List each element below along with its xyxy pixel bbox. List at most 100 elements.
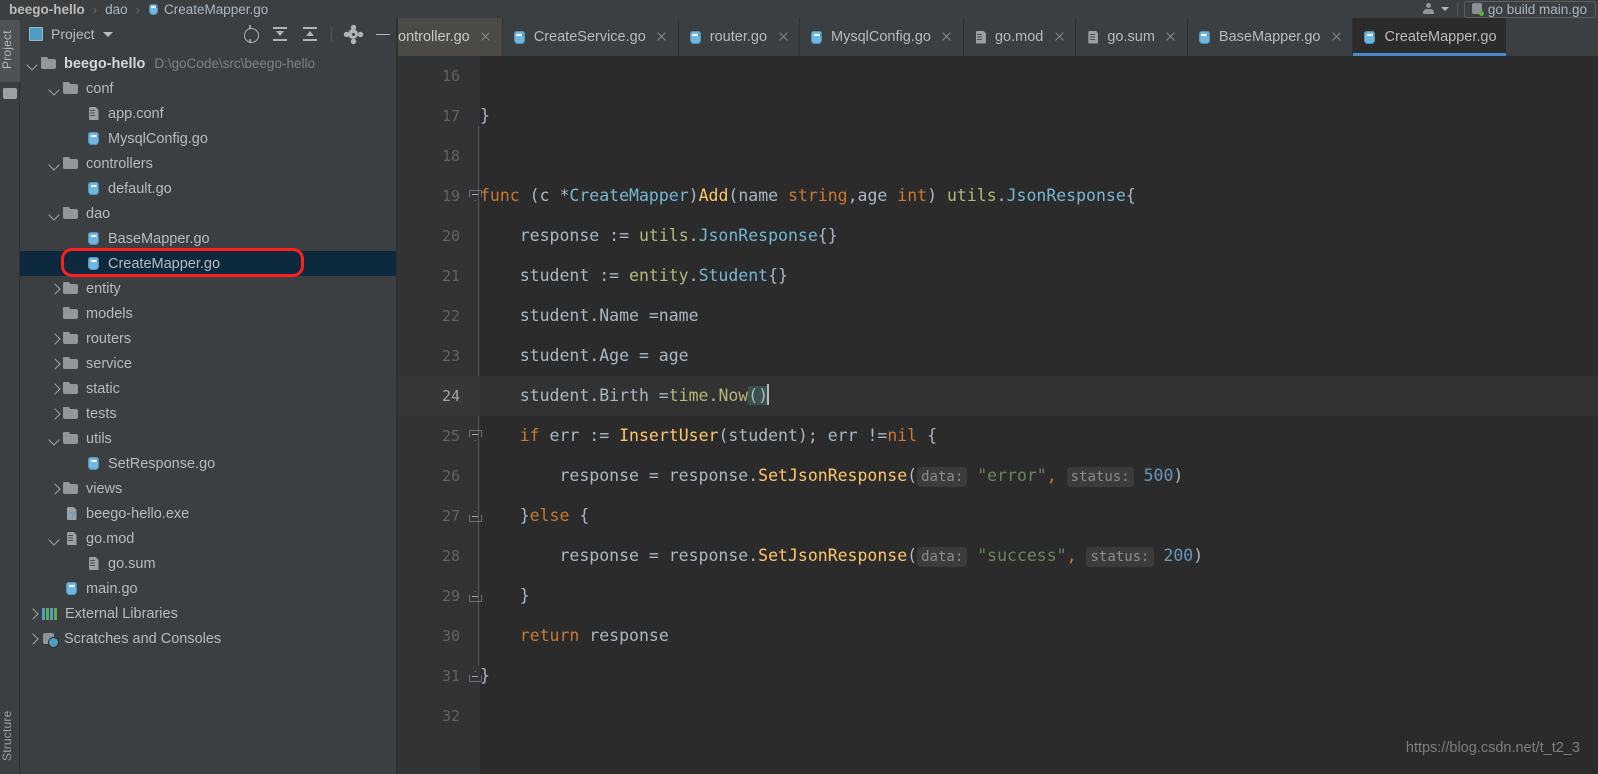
chevron-down-icon[interactable] (26, 57, 39, 70)
code-line[interactable]: } (480, 656, 490, 696)
editor-tab[interactable]: MysqlConfig.go (800, 18, 964, 56)
close-icon[interactable] (1052, 30, 1066, 44)
tool-window-button-structure[interactable]: Structure (0, 698, 20, 774)
tree-node[interactable]: beego-hello D:\goCode\src\beego-hello (20, 51, 397, 76)
tree-node[interactable]: entity (20, 276, 397, 301)
code-line[interactable]: student.Age = age (480, 336, 689, 376)
editor-tab-active[interactable]: CreateMapper.go (1353, 18, 1506, 56)
tree-node[interactable]: views (20, 476, 397, 501)
chevron-right-icon[interactable] (48, 482, 61, 495)
chevron-down-icon[interactable] (48, 432, 61, 445)
tree-node[interactable]: routers (20, 326, 397, 351)
code-line[interactable]: } (480, 96, 490, 136)
tree-node[interactable]: default.go (20, 176, 397, 201)
code-line[interactable]: response = response.SetJsonResponse(data… (480, 536, 1203, 576)
code-line[interactable]: student.Name =name (480, 296, 699, 336)
tree-node[interactable]: service (20, 351, 397, 376)
chevron-down-icon[interactable] (48, 157, 61, 170)
tree-node[interactable]: Scratches and Consoles (20, 626, 397, 651)
code-line[interactable]: response = response.SetJsonResponse(data… (480, 456, 1183, 496)
tree-node[interactable]: tests (20, 401, 397, 426)
gofile-icon (85, 181, 102, 196)
tree-node[interactable]: BaseMapper.go (20, 226, 397, 251)
editor-tab[interactable]: CreateService.go (503, 18, 679, 56)
tree-node[interactable]: MysqlConfig.go (20, 126, 397, 151)
tree-node[interactable]: controllers (20, 151, 397, 176)
breadcrumb-file[interactable]: CreateMapper.go (164, 2, 268, 17)
chevron-right-icon[interactable] (48, 282, 61, 295)
breadcrumb-folder[interactable]: dao (105, 2, 128, 17)
locate-in-tree-icon[interactable] (241, 25, 259, 43)
tree-node[interactable]: go.mod (20, 526, 397, 551)
source-code[interactable]: } func (c *CreateMapper)Add(name string,a… (480, 56, 1598, 774)
chevron-right-icon[interactable] (26, 632, 39, 645)
editor-tab[interactable]: go.sum (1076, 18, 1188, 56)
editor-tab[interactable]: go.mod (964, 18, 1077, 56)
chevron-right-icon[interactable] (26, 607, 39, 620)
close-icon[interactable] (655, 30, 669, 44)
chevron-down-icon[interactable] (1440, 7, 1449, 11)
fold-end-icon[interactable] (469, 670, 480, 681)
breadcrumb-project[interactable]: beego-hello (9, 2, 85, 17)
run-configuration-selector[interactable]: go build main.go (1463, 0, 1596, 18)
tree-node[interactable]: conf (20, 76, 397, 101)
tree-node[interactable]: models (20, 301, 397, 326)
code-line[interactable]: response := utils.JsonResponse{} (480, 216, 838, 256)
chevron-right-icon[interactable] (48, 407, 61, 420)
code-line[interactable]: return response (480, 616, 669, 656)
close-icon[interactable] (1329, 30, 1343, 44)
expand-all-icon[interactable] (271, 25, 289, 43)
hide-panel-icon[interactable] (374, 25, 392, 43)
divider (331, 26, 332, 42)
code-line[interactable]: student := entity.Student{} (480, 256, 788, 296)
close-icon[interactable] (1164, 30, 1178, 44)
editor-tab[interactable]: router.go (679, 18, 801, 56)
tree-node[interactable]: utils (20, 426, 397, 451)
chevron-right-icon[interactable] (48, 357, 61, 370)
close-icon[interactable] (940, 30, 954, 44)
breadcrumb-separator-2: › (135, 1, 140, 17)
tree-node[interactable]: SetResponse.go (20, 451, 397, 476)
tool-window-button-project[interactable]: Project (0, 20, 20, 82)
tree-node[interactable]: go.sum (20, 551, 397, 576)
code-line[interactable]: } (480, 576, 530, 616)
tree-node-label: tests (86, 405, 117, 422)
editor-tab[interactable]: BaseMapper.go (1188, 18, 1354, 56)
editor-tab[interactable]: ontroller.go (398, 18, 503, 56)
fold-end-icon[interactable] (469, 590, 480, 601)
gear-icon[interactable] (344, 25, 362, 43)
code-line[interactable]: func (c *CreateMapper)Add(name string,ag… (480, 176, 1136, 216)
fold-collapse-icon[interactable] (469, 430, 480, 441)
tree-node-selected[interactable]: CreateMapper.go (20, 251, 397, 276)
code-line[interactable]: if err := InsertUser(student); err !=nil… (480, 416, 937, 456)
tree-node[interactable]: dao (20, 201, 397, 226)
code-line[interactable]: }else { (480, 496, 590, 536)
tree-node[interactable]: main.go (20, 576, 397, 601)
chevron-down-icon[interactable] (48, 82, 61, 95)
chevron-down-icon[interactable] (48, 532, 61, 545)
fold-end-icon[interactable] (469, 510, 480, 521)
fold-collapse-icon[interactable] (469, 190, 480, 201)
tree-node[interactable]: External Libraries (20, 601, 397, 626)
tree-node[interactable]: static (20, 376, 397, 401)
close-icon[interactable] (776, 30, 790, 44)
close-icon[interactable] (479, 30, 493, 44)
tree-node[interactable]: beego-hello.exe (20, 501, 397, 526)
folder-icon (63, 81, 80, 96)
code-editor[interactable]: 16 17 18 19 20 21 22 23 24 25 26 27 28 29 30 31 32 } func… (398, 56, 1598, 774)
user-icon[interactable] (1422, 2, 1440, 16)
line-number: 27 (441, 507, 460, 525)
chevron-right-icon[interactable] (48, 382, 61, 395)
line-number: 28 (441, 547, 460, 565)
collapse-all-icon[interactable] (301, 25, 319, 43)
chevron-right-icon[interactable] (48, 332, 61, 345)
code-line[interactable]: student.Birth =time.Now() (480, 376, 770, 416)
tree-node-label: controllers (86, 155, 153, 172)
tree-node-label: routers (86, 330, 132, 347)
folder-icon (63, 481, 80, 496)
chevron-down-icon[interactable] (102, 31, 113, 37)
chevron-down-icon[interactable] (48, 207, 61, 220)
tree-node[interactable]: app.conf (20, 101, 397, 126)
